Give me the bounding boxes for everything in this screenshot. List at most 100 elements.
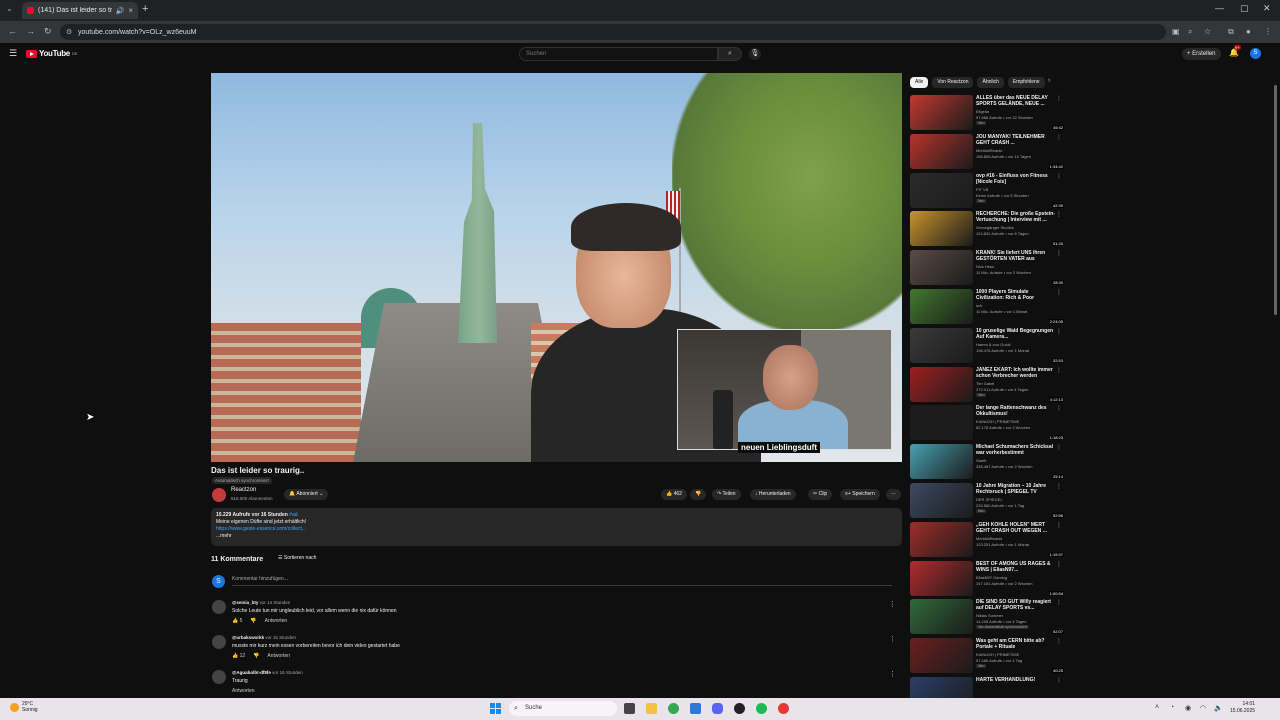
video-menu-icon[interactable]: ⋮ — [1056, 250, 1062, 257]
create-button[interactable]: + Erstellen — [1182, 48, 1221, 60]
address-bar[interactable]: ⚙ youtube.com/watch?v=OLz_wz6euuM — [60, 24, 1166, 40]
close-window-button[interactable]: ✕ — [1263, 3, 1271, 14]
video-title[interactable]: KRANK! Sie liefert UNS ihren GESTÖRTEN V… — [976, 250, 1056, 262]
spotify-icon[interactable] — [756, 703, 767, 714]
video-channel[interactable]: Niklas Summer — [976, 613, 1003, 618]
subscribed-button[interactable]: 🔔 Abonniert ⌄ — [284, 489, 329, 500]
video-title[interactable]: 10 gruselige Wald Begegnungen Auf Kamera… — [976, 328, 1056, 340]
comment-like-button[interactable]: 👍 12 — [232, 653, 245, 659]
video-thumbnail[interactable] — [910, 366, 973, 402]
chevron-right-icon[interactable]: › — [1048, 77, 1050, 84]
description-more[interactable]: ...mehr — [216, 533, 897, 540]
video-thumbnail[interactable] — [910, 250, 973, 286]
search-button[interactable]: ⌕ — [718, 47, 742, 61]
video-channel[interactable]: MertAbiReacts — [976, 536, 1002, 541]
obs-icon[interactable] — [734, 703, 745, 714]
bookmark-star-icon[interactable]: ☆ — [1204, 27, 1211, 36]
recommended-video[interactable]: 52:07 DIE SIND SO GUT Willy reagiert auf … — [910, 599, 1065, 635]
network-icon[interactable]: ◔ — [1170, 704, 1174, 711]
video-menu-icon[interactable]: ⋮ — [1056, 211, 1062, 218]
page-scrollbar[interactable] — [1273, 65, 1278, 685]
video-channel[interactable]: KIANUSH | PRIMETIME — [976, 652, 1019, 657]
video-title[interactable]: 1000 Players Simulate Civilization: Rich… — [976, 289, 1056, 301]
video-menu-icon[interactable]: ⋮ — [1056, 173, 1062, 180]
share-button[interactable]: ↷ Teilen — [712, 489, 741, 500]
commenter-avatar[interactable] — [212, 670, 226, 684]
recommended-video[interactable]: 42:39 ovp #16 - Einfluss von Fitness [Nic… — [910, 172, 1065, 209]
volume-icon[interactable]: 🔈 — [1214, 704, 1223, 712]
video-channel[interactable]: FIT VB — [976, 187, 988, 192]
description-box[interactable]: 10.229 Aufrufe vor 16 Stunden #ad Meine … — [211, 508, 902, 546]
comment-dislike-icon[interactable]: 👎 — [250, 618, 256, 624]
account-avatar[interactable]: S — [1250, 48, 1261, 59]
zoom-icon[interactable]: ⌕ — [1188, 27, 1192, 37]
video-title[interactable]: Was geht am CERN bitte ab? Portale + Rit… — [976, 638, 1056, 650]
sort-button[interactable]: ☰ Sortieren nach — [278, 555, 316, 561]
notifications-button[interactable]: 🔔 9+ — [1229, 45, 1241, 57]
recommended-video[interactable]: 1:19:37 „GEH KOHLE HOLEN" MERT GEHT CRASH… — [910, 521, 1065, 558]
reload-icon[interactable]: ↻ — [44, 26, 52, 37]
reply-button[interactable]: Antworten — [267, 653, 290, 659]
video-menu-icon[interactable]: ⋮ — [1056, 405, 1062, 412]
profile-icon[interactable]: ● — [1246, 27, 1251, 36]
commenter-avatar[interactable] — [212, 635, 226, 649]
chip-from-channel[interactable]: Von Reactzon — [932, 77, 974, 88]
video-channel[interactable]: Nick Hess — [976, 264, 994, 269]
video-channel[interactable]: Hamm & zoo Gucki — [976, 342, 1010, 347]
video-title[interactable]: RECHERCHE: Die große Epstein-Vertuschung… — [976, 211, 1056, 223]
video-channel[interactable]: Eligella — [976, 109, 989, 114]
video-menu-icon[interactable]: ⋮ — [1056, 289, 1062, 296]
like-button[interactable]: 👍 462 — [661, 489, 687, 500]
hashtag-link[interactable]: #ad — [289, 512, 297, 518]
chrome-icon[interactable] — [668, 703, 679, 714]
recommended-video[interactable]: 4:12:13 JANEZ EKART: Ich wollte immer sch… — [910, 366, 1065, 403]
video-channel[interactable]: sch — [976, 303, 982, 308]
video-thumbnail[interactable] — [910, 405, 973, 441]
maximize-button[interactable]: ▢ — [1240, 3, 1249, 14]
video-title[interactable]: HARTE VERHANDLUNG! — [976, 677, 1056, 683]
video-channel[interactable]: Tim Gabel — [976, 381, 994, 386]
video-title[interactable]: Der lange Rattenschwanz des Okkultismus! — [976, 405, 1056, 417]
back-icon[interactable]: ← — [8, 26, 17, 36]
video-menu-icon[interactable]: ⋮ — [1056, 677, 1062, 684]
recommended-video[interactable]: 2:24:05 1000 Players Simulate Civilizatio… — [910, 289, 1065, 325]
video-title[interactable]: ALLES über das NEUE DELAY SPORTS GELÄNDE… — [976, 95, 1056, 107]
install-icon[interactable]: ▣ — [1172, 27, 1180, 36]
recommended-video[interactable]: 1:00:54 BEST OF AMONG US RAGES & WINS | E… — [910, 560, 1065, 597]
video-channel[interactable]: Grenzgänger Studios — [976, 225, 1014, 230]
video-channel[interactable]: MertAbiReacts — [976, 148, 1002, 153]
video-thumbnail[interactable] — [910, 327, 973, 363]
recommended-video[interactable]: 51:33 RECHERCHE: Die große Epstein-Vertus… — [910, 211, 1065, 247]
clip-button[interactable]: ✂ Clip — [808, 489, 833, 500]
browser-tab[interactable]: (141) Das ist leider so traurig 🔊 × — [22, 2, 138, 19]
video-thumbnail[interactable] — [910, 95, 973, 130]
tray-app-icon[interactable]: ◉ — [1185, 704, 1191, 712]
video-thumbnail[interactable] — [910, 483, 973, 518]
video-thumbnail[interactable] — [910, 444, 973, 480]
video-thumbnail[interactable] — [910, 211, 973, 247]
video-channel[interactable]: Starlit — [976, 458, 986, 463]
commenter-name[interactable]: @semia_bty — [232, 600, 258, 605]
youtube-logo[interactable]: YouTube DE — [26, 49, 78, 58]
video-menu-icon[interactable]: ⋮ — [1056, 328, 1062, 335]
more-actions-button[interactable]: ⋯ — [886, 489, 901, 500]
wifi-icon[interactable]: ◠ — [1200, 704, 1206, 712]
minimize-button[interactable]: — — [1215, 3, 1224, 13]
video-menu-icon[interactable]: ⋮ — [1056, 95, 1062, 102]
close-tab-icon[interactable]: × — [128, 6, 133, 15]
channel-name[interactable]: Reactzon — [231, 487, 256, 493]
video-menu-icon[interactable]: ⋮ — [1056, 599, 1062, 606]
tray-chevron-icon[interactable]: ˄ — [1155, 704, 1159, 711]
video-thumbnail[interactable] — [910, 289, 973, 324]
description-link[interactable]: https://www.geste-essence.com/collect... — [216, 526, 897, 533]
discord-icon[interactable] — [712, 703, 723, 714]
reply-button[interactable]: Antworten — [232, 688, 255, 694]
taskbar-search[interactable]: ⌕ Suche — [509, 701, 617, 716]
video-menu-icon[interactable]: ⋮ — [1056, 561, 1062, 568]
recommended-video[interactable]: 32:53 10 gruselige Wald Begegnungen Auf K… — [910, 327, 1065, 364]
chip-similar[interactable]: Ähnlich — [977, 77, 1004, 88]
video-title[interactable]: 10 Jahre Migration – 10 Jahre Rechtsruck… — [976, 483, 1056, 495]
new-tab-button[interactable]: + — [142, 3, 148, 15]
file-explorer-icon[interactable] — [646, 703, 657, 714]
audio-icon[interactable]: 🔊 — [116, 7, 125, 15]
